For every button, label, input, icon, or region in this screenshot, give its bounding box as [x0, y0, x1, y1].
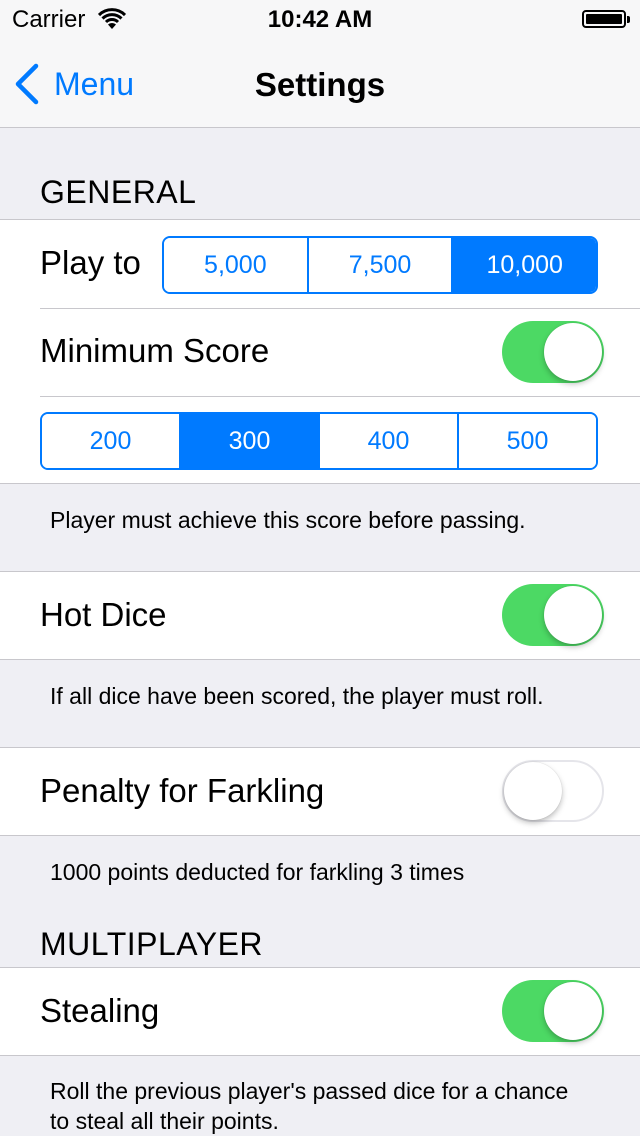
stealing-label: Stealing	[40, 992, 160, 1029]
page-title: Settings	[254, 66, 386, 103]
hot-dice-label: Hot Dice	[40, 596, 167, 633]
minimum-score-option-200[interactable]: 200	[42, 414, 179, 468]
minimum-score-row: Minimum Score	[0, 308, 640, 396]
clock: 10:42 AM	[267, 6, 373, 33]
minimum-score-options-row: 200 300 400 500	[0, 396, 640, 484]
minimum-score-segmented-control: 200 300 400 500	[40, 412, 598, 470]
play-to-label: Play to	[40, 244, 141, 281]
minimum-score-footer: Player must achieve this score before pa…	[50, 507, 526, 533]
stealing-row: Stealing	[0, 968, 640, 1056]
multiplayer-group: Stealing	[0, 967, 640, 1056]
penalty-group: Penalty for Farkling	[0, 747, 640, 836]
stealing-footer: Roll the previous player's passed dice f…	[50, 1078, 569, 1134]
play-to-option-7500[interactable]: 7,500	[306, 238, 452, 292]
hot-dice-footer: If all dice have been scored, the player…	[50, 683, 544, 709]
minimum-score-option-300[interactable]: 300	[179, 414, 318, 468]
minimum-score-toggle[interactable]	[502, 321, 604, 383]
penalty-label: Penalty for Farkling	[40, 772, 325, 809]
status-bar: Carrier 10:42 AM	[0, 0, 640, 40]
play-to-option-10000[interactable]: 10,000	[451, 238, 596, 292]
stealing-toggle[interactable]	[502, 980, 604, 1042]
general-group: Play to 5,000 7,500 10,000 Minimum Score…	[0, 219, 640, 484]
penalty-footer: 1000 points deducted for farkling 3 time…	[50, 859, 465, 885]
section-header-multiplayer: MULTIPLAYER	[40, 926, 264, 962]
section-header-general: GENERAL	[40, 174, 197, 210]
battery-icon	[582, 10, 630, 28]
penalty-toggle[interactable]	[502, 760, 604, 822]
hot-dice-group: Hot Dice	[0, 571, 640, 660]
play-to-segmented-control: 5,000 7,500 10,000	[162, 236, 598, 294]
navigation-bar: Menu Settings	[0, 40, 640, 128]
play-to-option-5000[interactable]: 5,000	[164, 238, 307, 292]
penalty-row: Penalty for Farkling	[0, 748, 640, 836]
hot-dice-row: Hot Dice	[0, 572, 640, 660]
minimum-score-option-500[interactable]: 500	[457, 414, 596, 468]
minimum-score-label: Minimum Score	[40, 332, 270, 369]
hot-dice-toggle[interactable]	[502, 584, 604, 646]
minimum-score-option-400[interactable]: 400	[318, 414, 457, 468]
play-to-row: Play to 5,000 7,500 10,000	[0, 220, 640, 308]
